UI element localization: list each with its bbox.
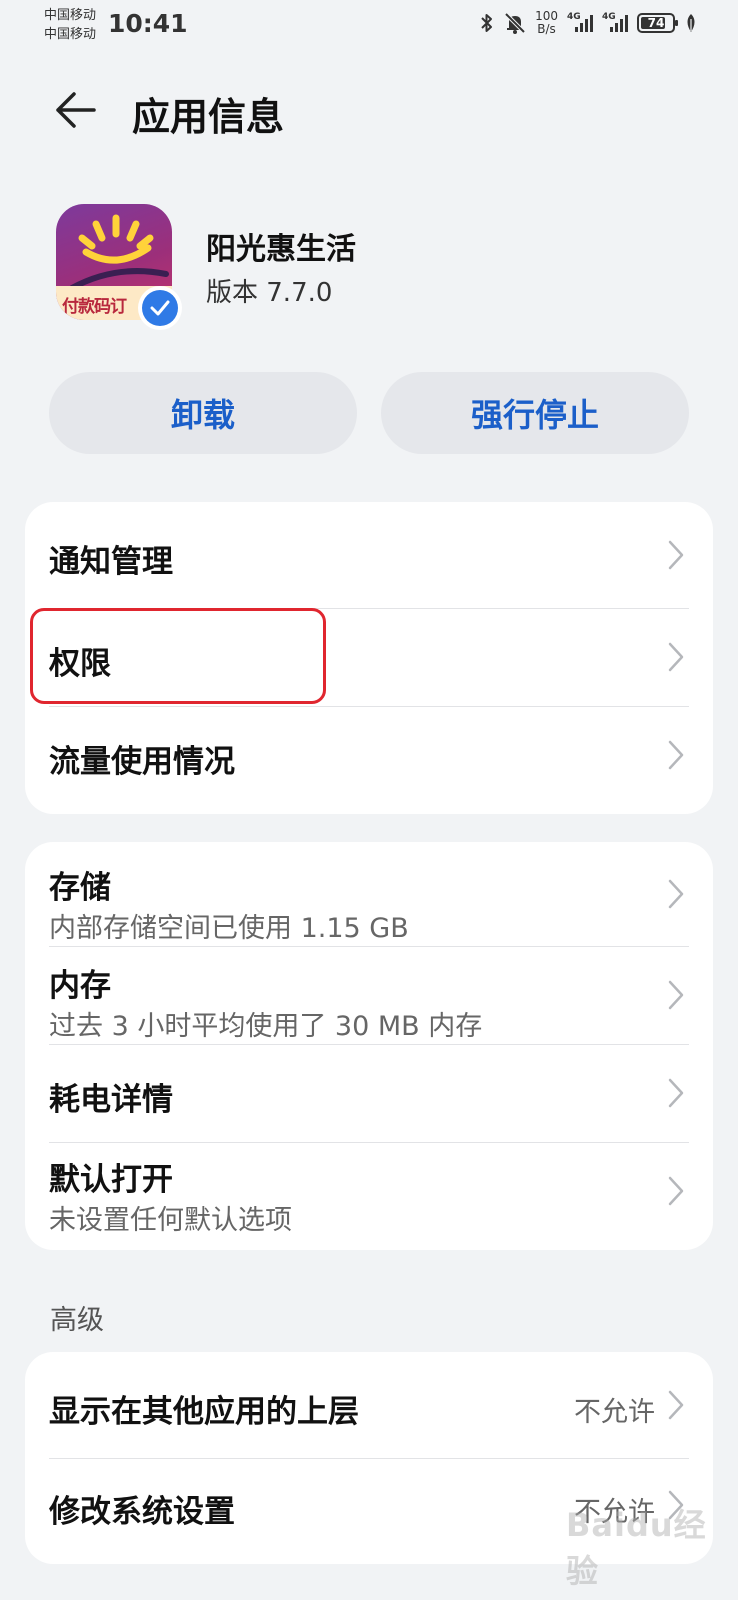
watermark: Baidu经验: [566, 1506, 707, 1590]
check-icon: [150, 300, 170, 316]
item-label: 显示在其他应用的上层: [49, 1394, 359, 1430]
chevron-right-icon: [668, 1390, 684, 1420]
section-title-advanced: 高级: [50, 1305, 104, 1336]
carrier-1: 中国移动: [44, 8, 97, 23]
item-label: 存储: [49, 870, 111, 906]
leaf-icon: [687, 14, 695, 32]
display-over-other-apps-item[interactable]: 显示在其他应用的上层 不允许: [25, 1352, 713, 1458]
signal-2-icon: 4G: [602, 12, 628, 34]
item-label: 通知管理: [49, 544, 173, 580]
item-label: 权限: [49, 646, 111, 682]
net-speed: 100 B/s: [535, 9, 558, 36]
status-icons: 100 B/s 4G 4G 74: [479, 10, 698, 36]
permissions-item[interactable]: 权限: [25, 608, 713, 706]
app-name: 阳光惠生活: [206, 232, 356, 267]
back-button[interactable]: [44, 80, 104, 140]
memory-item[interactable]: 内存 过去 3 小时平均使用了 30 MB 内存: [25, 946, 713, 1044]
chevron-right-icon: [668, 879, 684, 909]
app-version: 版本 7.7.0: [206, 278, 333, 308]
chevron-right-icon: [668, 642, 684, 672]
chevron-right-icon: [668, 540, 684, 570]
arrow-left-icon: [56, 92, 96, 128]
page-title: 应用信息: [132, 95, 285, 139]
signal-1-icon: 4G: [567, 12, 593, 34]
settings-card-resources: 存储 内部存储空间已使用 1.15 GB 内存 过去 3 小时平均使用了 30 …: [25, 842, 713, 1250]
item-label: 内存: [49, 968, 111, 1004]
mute-bell-icon: [504, 12, 526, 34]
settings-card-app: 通知管理 权限 流量使用情况: [25, 502, 713, 814]
chevron-right-icon: [668, 980, 684, 1010]
storage-item[interactable]: 存储 内部存储空间已使用 1.15 GB: [25, 842, 713, 946]
carrier-2: 中国移动: [44, 27, 97, 42]
item-subtitle: 内部存储空间已使用 1.15 GB: [49, 913, 409, 944]
bluetooth-icon: [481, 14, 493, 32]
data-usage-item[interactable]: 流量使用情况: [25, 706, 713, 814]
item-value: 不允许: [574, 1397, 655, 1428]
sun-logo-icon: [69, 214, 169, 291]
notification-management-item[interactable]: 通知管理: [25, 502, 713, 608]
item-label: 默认打开: [49, 1162, 173, 1198]
uninstall-button[interactable]: 卸载: [49, 372, 357, 454]
item-subtitle: 未设置任何默认选项: [49, 1205, 292, 1236]
battery-icon: 74: [637, 13, 678, 33]
item-label: 耗电详情: [49, 1082, 173, 1118]
item-label: 流量使用情况: [49, 744, 235, 780]
clock: 10:41: [108, 9, 188, 38]
force-stop-button[interactable]: 强行停止: [381, 372, 689, 454]
chevron-right-icon: [668, 1078, 684, 1108]
verified-badge: [138, 286, 182, 330]
status-bar: 中国移动 中国移动 10:41 100 B/s 4G 4G 74: [0, 0, 738, 50]
open-by-default-item[interactable]: 默认打开 未设置任何默认选项: [25, 1142, 713, 1250]
item-label: 修改系统设置: [49, 1494, 235, 1530]
chevron-right-icon: [668, 740, 684, 770]
battery-usage-item[interactable]: 耗电详情: [25, 1044, 713, 1142]
chevron-right-icon: [668, 1176, 684, 1206]
item-subtitle: 过去 3 小时平均使用了 30 MB 内存: [49, 1011, 483, 1042]
carrier-info: 中国移动 中国移动: [44, 6, 96, 44]
